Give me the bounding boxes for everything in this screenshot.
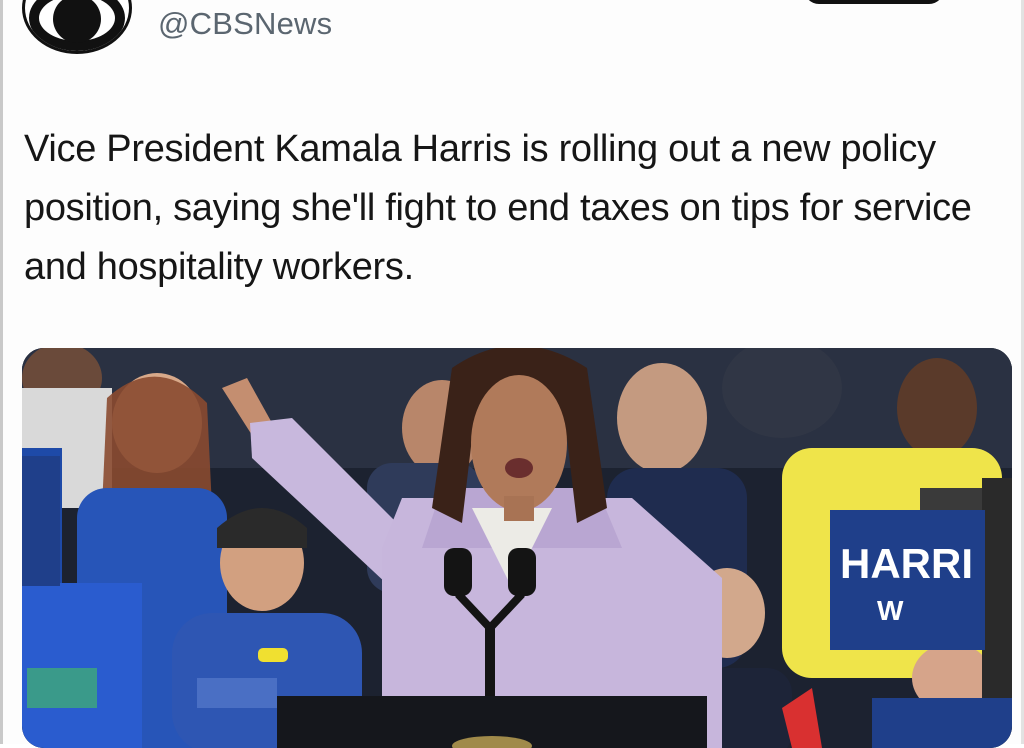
harris-sign: HARRI W bbox=[830, 510, 985, 650]
left-sign bbox=[22, 456, 60, 586]
sign-text-bottom: W bbox=[877, 595, 904, 626]
tweet-media-photo[interactable]: HARRI W bbox=[22, 348, 1012, 748]
rally-photo: HARRI W bbox=[22, 348, 1012, 748]
account-handle[interactable]: @CBSNews bbox=[158, 6, 332, 42]
tweet-text: Vice President Kamala Harris is rolling … bbox=[24, 128, 972, 288]
follow-button[interactable] bbox=[804, 0, 944, 4]
cbs-eye-logo-icon[interactable] bbox=[22, 0, 132, 54]
left-border bbox=[0, 0, 3, 744]
tweet-screenshot: @CBSNews Vice President Kamala Harris is… bbox=[0, 0, 1024, 748]
sign-text-top: HARRI bbox=[840, 540, 973, 587]
